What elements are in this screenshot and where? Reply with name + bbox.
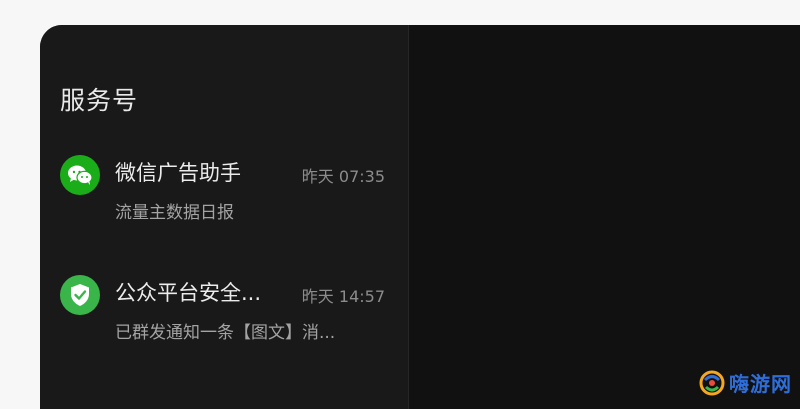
wechat-chat-icon: [60, 155, 100, 195]
chat-preview: 已群发通知一条【图文】消...: [115, 323, 336, 343]
chat-item-platform-security[interactable]: 公众平台安全... 昨天 14:57 已群发通知一条【图文】消...: [40, 263, 408, 359]
chat-preview: 流量主数据日报: [115, 203, 234, 223]
watermark: 嗨游网: [699, 368, 792, 397]
chat-time: 昨天 14:57: [301, 287, 385, 306]
conversation-pane: [409, 25, 800, 409]
app-window: 服务号 微信广告助手 昨天 07:35 流量主数据日报 公众平台安全... 昨天…: [40, 25, 800, 409]
chat-item-wechat-ads-assistant[interactable]: 微信广告助手 昨天 07:35 流量主数据日报: [40, 143, 408, 239]
chat-name: 公众平台安全...: [115, 281, 262, 305]
shield-check-icon: [60, 275, 100, 315]
chat-time: 昨天 07:35: [301, 167, 385, 186]
chat-name: 微信广告助手: [115, 161, 241, 185]
chat-list-sidebar: 服务号 微信广告助手 昨天 07:35 流量主数据日报 公众平台安全... 昨天…: [40, 25, 409, 409]
logo-icon: [699, 370, 725, 395]
watermark-text: 嗨游网: [729, 372, 792, 396]
sidebar-title: 服务号: [60, 86, 139, 115]
